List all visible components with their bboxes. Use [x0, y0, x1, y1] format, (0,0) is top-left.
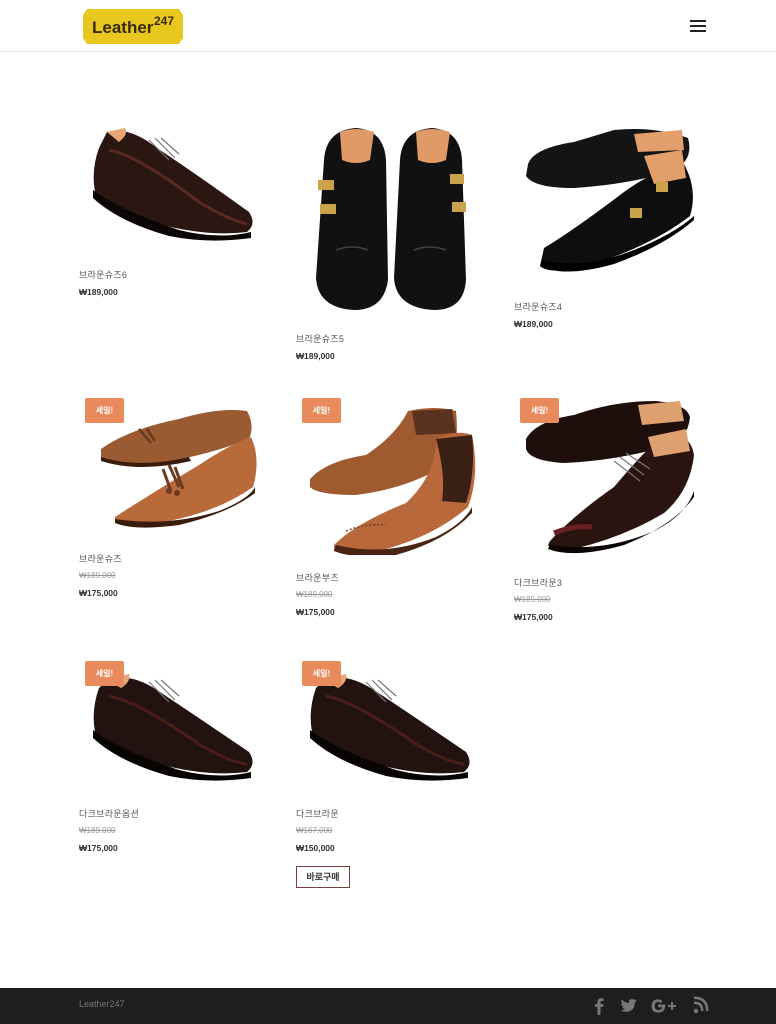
product-card[interactable]: 세일! 다크브라운 ₩167,000 ₩150,000 바로구매 — [296, 658, 492, 893]
buy-now-button[interactable]: 바로구매 — [296, 866, 350, 888]
site-header: Leather 247 — [0, 0, 776, 52]
twitter-icon[interactable] — [616, 994, 640, 1018]
product-old-price: ₩189,000 — [79, 826, 116, 835]
product-image[interactable]: 세일! — [296, 395, 492, 555]
product-card[interactable]: 브라운슈즈5 ₩189,000 — [296, 120, 492, 370]
product-card[interactable]: 세일! 다크브라운3 ₩189,000 ₩175,000 — [514, 395, 710, 625]
product-image[interactable] — [514, 120, 710, 285]
product-image[interactable]: 세일! — [296, 658, 492, 788]
product-price: ₩175,000 — [79, 843, 118, 853]
product-price: ₩175,000 — [296, 607, 335, 617]
sale-badge: 세일! — [85, 661, 124, 686]
product-card[interactable]: 세일! 브라운부츠 ₩189,000 ₩175,000 — [296, 395, 492, 620]
product-name[interactable]: 브라운부츠 — [296, 571, 339, 584]
sale-badge: 세일! — [302, 661, 341, 686]
product-card[interactable]: 세일! 브라운슈즈 ₩189,000 ₩175,000 — [79, 395, 275, 605]
svg-text:247: 247 — [154, 14, 174, 28]
product-name[interactable]: 다크브라운 — [296, 807, 339, 820]
product-image[interactable] — [79, 120, 275, 250]
product-image[interactable]: 세일! — [514, 395, 710, 560]
product-price: ₩150,000 — [296, 843, 335, 853]
product-name[interactable]: 다크브라운3 — [514, 576, 562, 589]
product-name[interactable]: 브라운슈즈 — [79, 552, 122, 565]
product-name[interactable]: 다크브라운옵션 — [79, 807, 139, 820]
product-name[interactable]: 브라운슈즈5 — [296, 332, 344, 345]
product-old-price: ₩189,000 — [514, 595, 551, 604]
product-image[interactable]: 세일! — [79, 658, 275, 788]
product-card[interactable]: 브라운슈즈4 ₩189,000 — [514, 120, 710, 335]
facebook-icon[interactable] — [587, 994, 611, 1018]
product-price: ₩189,000 — [79, 287, 118, 297]
product-image[interactable] — [296, 120, 492, 315]
sale-badge: 세일! — [302, 398, 341, 423]
hamburger-menu-icon[interactable] — [684, 13, 712, 39]
product-old-price: ₩189,000 — [296, 590, 333, 599]
product-name[interactable]: 브라운슈즈6 — [79, 268, 127, 281]
sale-badge: 세일! — [85, 398, 124, 423]
site-footer: Leather247 — [0, 988, 776, 1024]
product-price: ₩189,000 — [514, 319, 553, 329]
site-logo[interactable]: Leather 247 — [83, 9, 183, 44]
product-card[interactable]: 세일! 다크브라운옵션 ₩189,000 ₩175,000 — [79, 658, 275, 863]
sale-badge: 세일! — [520, 398, 559, 423]
rss-icon[interactable] — [689, 994, 713, 1018]
product-old-price: ₩167,000 — [296, 826, 333, 835]
google-plus-icon[interactable] — [648, 994, 680, 1018]
product-price: ₩189,000 — [296, 351, 335, 361]
product-old-price: ₩189,000 — [79, 571, 116, 580]
product-price: ₩175,000 — [514, 612, 553, 622]
footer-brand: Leather247 — [79, 999, 125, 1009]
product-card[interactable]: 브라운슈즈6 ₩189,000 — [79, 120, 275, 305]
product-name[interactable]: 브라운슈즈4 — [514, 300, 562, 313]
product-price: ₩175,000 — [79, 588, 118, 598]
svg-text:Leather: Leather — [92, 18, 154, 37]
product-image[interactable]: 세일! — [79, 395, 275, 535]
